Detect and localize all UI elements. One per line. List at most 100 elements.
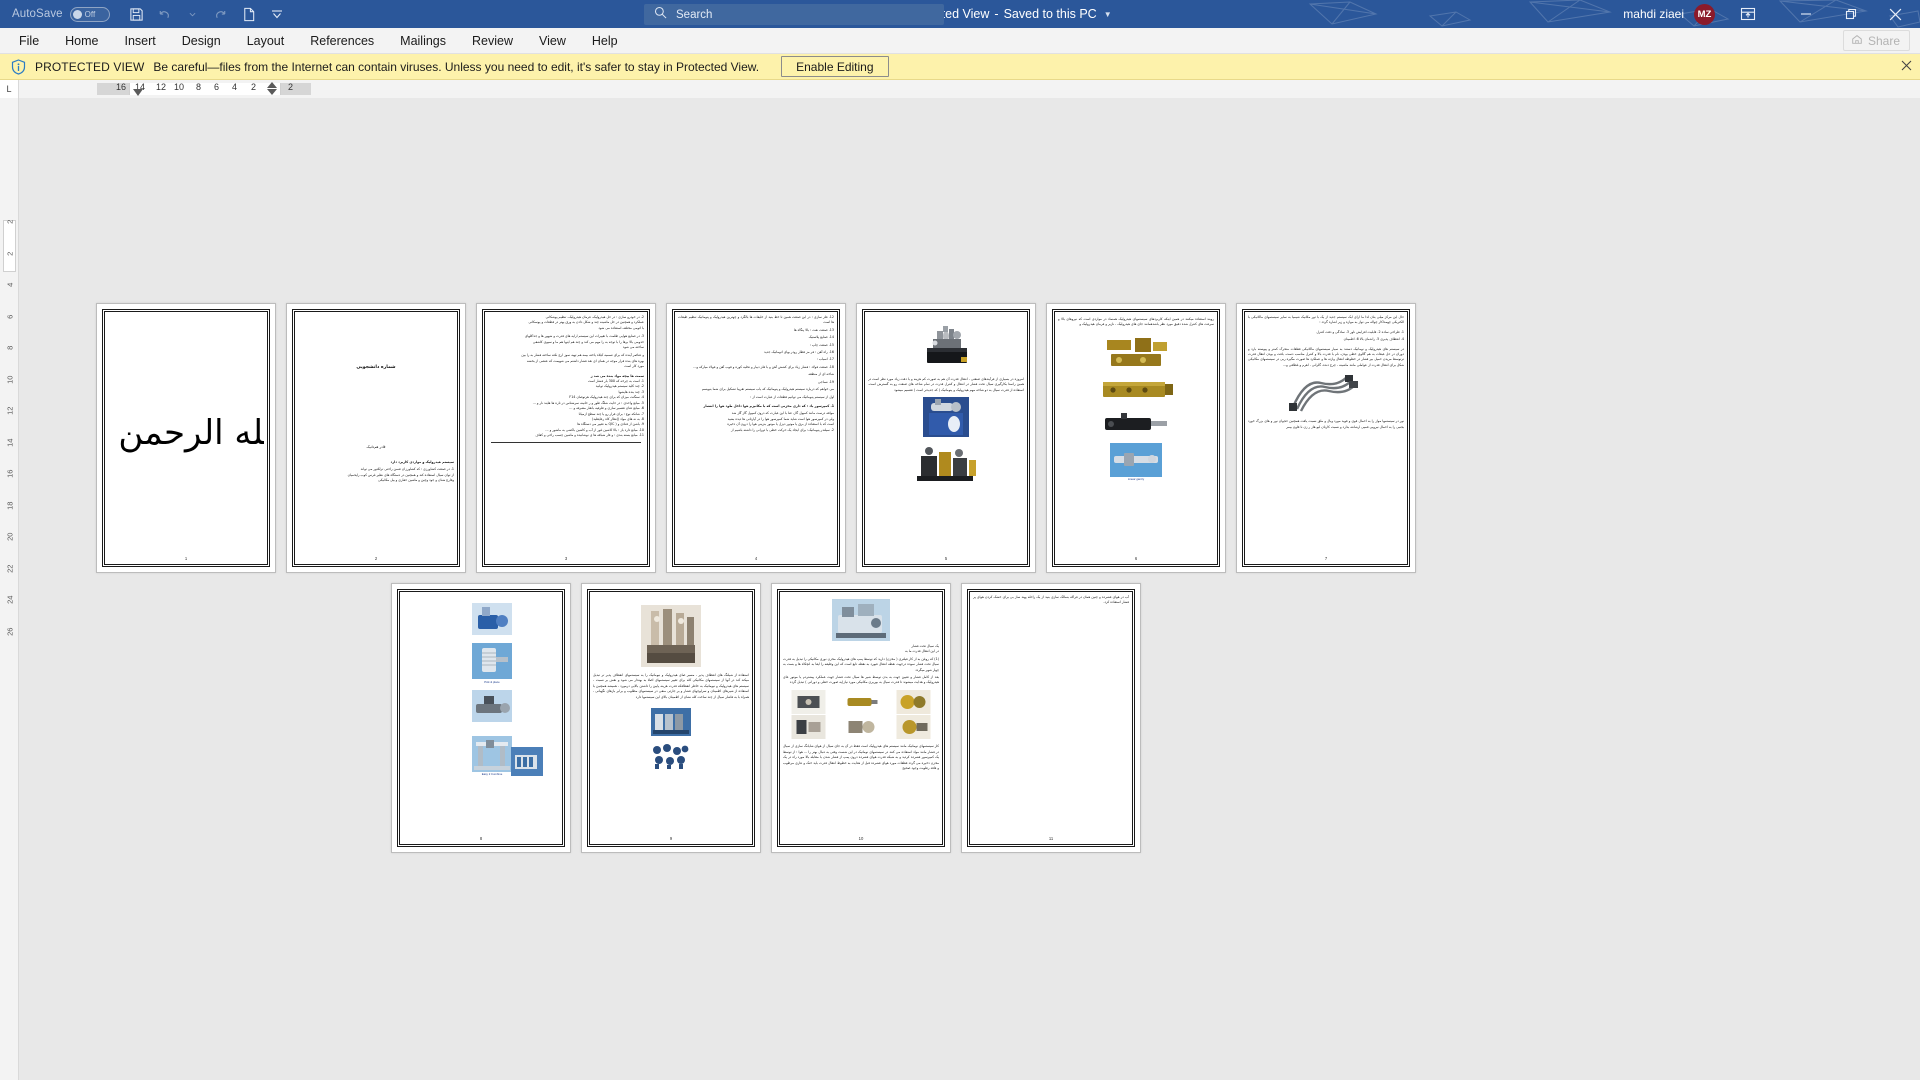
page-thumbnail[interactable]: امروزه در بسیاری از فرآیندهای صنعتی ، ان…	[856, 303, 1036, 573]
manifold-block-photo	[1097, 373, 1175, 404]
page-thumbnail[interactable]: استفاده از شیلنگ های انعطاف پذیر ، مسیر …	[581, 583, 761, 853]
photo-caption: Easy 2 Combine	[481, 772, 503, 776]
hanging-indent-marker[interactable]	[267, 82, 277, 88]
page-content: Pick & place Easy 2 Combine	[403, 595, 570, 776]
v-tick-4: 8	[5, 345, 15, 350]
protected-view-message: Be careful—files from the Internet can c…	[153, 59, 760, 74]
tab-references[interactable]: References	[297, 28, 387, 53]
document-canvas[interactable]: 2 2 4 6 8 10 12 14 16 18 20 22 24 26 بسم…	[0, 98, 1920, 1080]
body-line: اول از سیستم پنوماتیک می توانیم قطعات از…	[750, 395, 834, 400]
restore-icon[interactable]	[1828, 0, 1873, 28]
quick-access-toolbar	[124, 2, 290, 26]
chevron-down-icon[interactable]: ▼	[1104, 10, 1112, 19]
tab-review[interactable]: Review	[459, 28, 526, 53]
ruler-track[interactable]: 16 14 12 10 8 6 4 2 2	[19, 80, 1920, 98]
brass-valve-block-photo	[1099, 333, 1173, 370]
tab-home[interactable]: Home	[52, 28, 111, 53]
body-line: 15. صنعت چاپ :	[809, 342, 834, 347]
page-content: حال این مرکز میلی بنان لذا ما ارای ابک س…	[1248, 315, 1404, 561]
v-tick-9: 18	[5, 501, 15, 510]
customize-quick-access-icon[interactable]	[264, 2, 290, 26]
search-placeholder: Search	[676, 8, 713, 21]
redo-icon[interactable]	[208, 2, 234, 26]
page-thumbnail[interactable]: شماره دانشجویی قادر هم‌دانیک سیستم هیدرو…	[286, 303, 466, 573]
avatar[interactable]: MZ	[1694, 3, 1715, 25]
page-number: 1	[184, 556, 188, 561]
ribbon-tab-bar: File Home Insert Design Layout Reference…	[0, 28, 1920, 54]
tab-layout[interactable]: Layout	[234, 28, 298, 53]
gantry-robot-photo	[472, 735, 512, 772]
page-thumbnail[interactable]: حال این مرکز میلی بنان لذا ما ارای ابک س…	[1236, 303, 1416, 573]
page-thumbnail[interactable]: روبند استفاده میکنند در همین اینکه کاربر…	[1046, 303, 1226, 573]
ribbon-tabs: File Home Insert Design Layout Reference…	[0, 28, 631, 53]
page-thumbnail[interactable]: بسم الله الرحمن الرحیم 1	[96, 303, 276, 573]
page-thumbnail[interactable]: 2. در خودرو سازی : در حل هیدرولیک، فرمان…	[476, 303, 656, 573]
page-number: 10	[858, 836, 864, 841]
close-icon[interactable]	[1873, 0, 1918, 28]
photo-grid	[783, 689, 939, 740]
tab-design[interactable]: Design	[169, 28, 234, 53]
page-content: روبند استفاده میکنند در همین اینکه کاربر…	[1058, 315, 1214, 561]
ribbon-display-options-icon[interactable]	[1731, 0, 1765, 28]
v-tick-3: 6	[5, 314, 15, 319]
share-icon	[1851, 33, 1863, 48]
info-shield-icon	[11, 58, 26, 75]
tab-insert[interactable]: Insert	[112, 28, 169, 53]
left-indent-marker[interactable]	[267, 89, 277, 95]
page-thumbnail[interactable]: یک سیال تحت فشار در این انتقال قدرت ما ب…	[771, 583, 951, 853]
horizontal-divider	[491, 441, 641, 443]
protected-view-bar: PROTECTED VIEW Be careful—files from the…	[0, 54, 1920, 80]
undo-dropdown-icon[interactable]	[180, 2, 206, 26]
tab-stop-selector[interactable]: L	[0, 80, 19, 98]
tab-stop-label: L	[6, 84, 12, 94]
ruler-tick-2b: 2	[288, 82, 294, 92]
horizontal-ruler[interactable]: L 16 14 12 10 8 6 4 2 2	[0, 80, 1920, 98]
body-line: ساخته می شود	[622, 345, 644, 350]
tab-help[interactable]: Help	[579, 28, 631, 53]
body-line: می خواهم که درباره سیستم هیدرولیک و پنوم…	[701, 387, 834, 392]
search-input[interactable]: Search	[644, 4, 944, 25]
pneumatic-actuator-photo	[472, 689, 512, 722]
tab-mailings[interactable]: Mailings	[387, 28, 459, 53]
body-paragraph: حال این مرکز میلی بنان لذا ما ارای ابک س…	[1248, 315, 1404, 325]
v-tick-5: 10	[5, 375, 15, 384]
pages-area[interactable]: بسم الله الرحمن الرحیم 1 شماره دانشجویی …	[19, 98, 1920, 1080]
minimize-icon[interactable]	[1783, 0, 1828, 28]
autosave-toggle[interactable]: Off	[69, 6, 110, 22]
page-content: بسم الله الرحمن الرحیم	[108, 315, 264, 561]
v-tick-13: 26	[5, 627, 15, 636]
autosave-control[interactable]: AutoSave Off	[12, 6, 110, 22]
enable-editing-button[interactable]: Enable Editing	[781, 56, 889, 77]
page-number: 2	[374, 556, 378, 561]
tab-file[interactable]: File	[6, 28, 52, 53]
linear-gantry-photo	[1110, 442, 1162, 477]
ruler-tick-6: 6	[214, 82, 220, 92]
user-name[interactable]: mahdi ziaei	[1623, 7, 1684, 21]
valve-manifold-photo	[651, 708, 691, 737]
autosave-label: AutoSave	[12, 8, 63, 20]
body-paragraph: نور در سیستمها مواز را به احمال قوی و قو…	[1248, 419, 1404, 429]
first-line-indent-marker[interactable]	[133, 89, 143, 96]
share-button[interactable]: Share	[1842, 30, 1910, 51]
undo-icon[interactable]	[152, 2, 178, 26]
save-location: Saved to this PC	[1003, 7, 1097, 21]
tab-view[interactable]: View	[526, 28, 579, 53]
page-heading-text: سیستم هیدرولیک و مواردی کاربرد دارد	[390, 459, 454, 464]
page-number: 3	[564, 556, 568, 561]
close-icon[interactable]	[1901, 59, 1912, 74]
page-number: 9	[669, 836, 673, 841]
new-document-icon[interactable]	[236, 2, 262, 26]
ruler-tick-8: 8	[196, 82, 202, 92]
vertical-ruler[interactable]: 2 2 4 6 8 10 12 14 16 18 20 22 24 26	[0, 98, 19, 1080]
pneumatic-assembly-photo	[641, 605, 701, 667]
save-icon[interactable]	[124, 2, 150, 26]
page-thumbnail[interactable]: آب در هوای فشرده و چنین همان در فراکه بن…	[961, 583, 1141, 853]
share-label: Share	[1867, 33, 1900, 48]
page-thumbnail[interactable]: 12. فلز سازی : در این صنعت همین تا خط بن…	[666, 303, 846, 573]
bismillah-calligraphy: بسم الله الرحمن الرحیم	[108, 413, 264, 454]
body-paragraph: امروزه در بسیاری از فرآیندهای صنعتی ، ان…	[868, 377, 1024, 392]
body-line: 11. مبانع بسته بندی : و قار شباقه ها ی ن…	[535, 433, 644, 438]
title-separator-2: -	[994, 7, 999, 21]
page-thumbnail[interactable]: Pick & place Easy 2 Combine 8	[391, 583, 571, 853]
v-tick-2: 4	[5, 282, 15, 287]
